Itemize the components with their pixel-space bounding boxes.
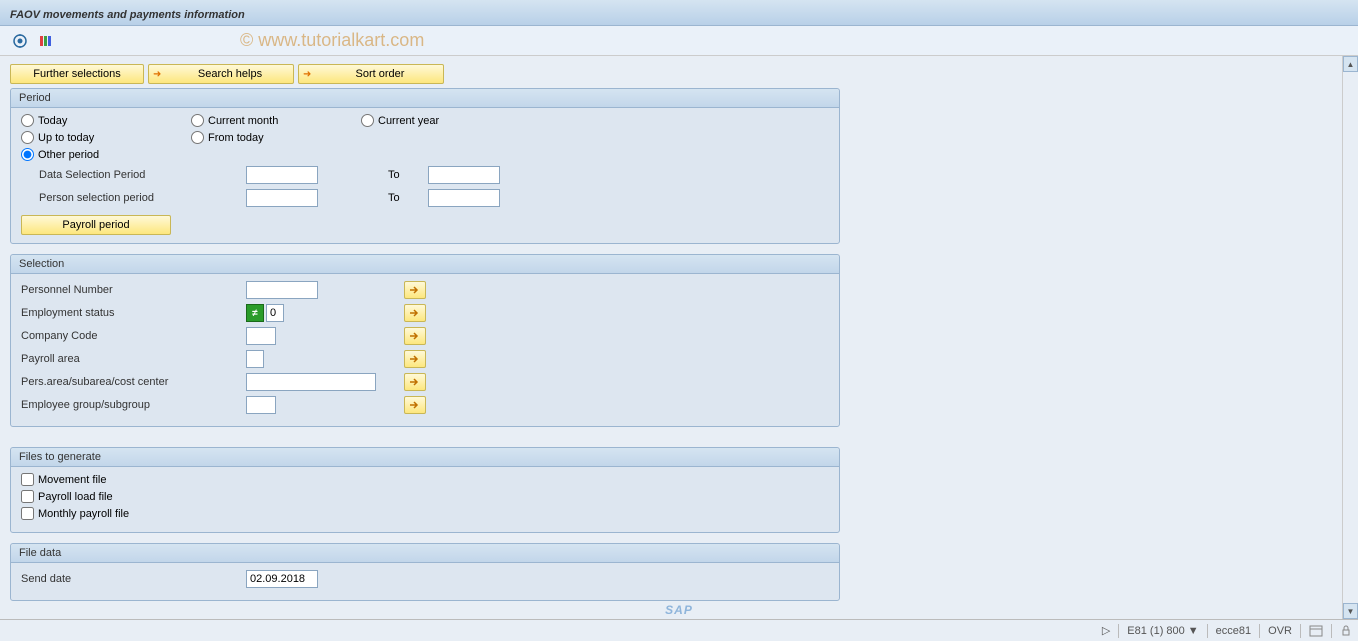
sort-order-label: Sort order xyxy=(356,68,405,80)
radio-other-period-label: Other period xyxy=(38,149,99,161)
pers-area-multiselect-icon[interactable] xyxy=(404,373,426,391)
files-group-title: Files to generate xyxy=(11,448,839,467)
employment-status-input[interactable] xyxy=(266,304,284,322)
status-system-text: E81 (1) 800 xyxy=(1127,625,1184,637)
payroll-area-multiselect-icon[interactable] xyxy=(404,350,426,368)
employee-group-multiselect-icon[interactable] xyxy=(404,396,426,414)
radio-current-year-label: Current year xyxy=(378,115,439,127)
radio-current-month-label: Current month xyxy=(208,115,278,127)
window-title-bar: FAOV movements and payments information xyxy=(0,0,1358,26)
period-group: Period Today Current month Current year xyxy=(10,88,840,244)
radio-current-month-input[interactable] xyxy=(191,114,204,127)
payroll-area-label: Payroll area xyxy=(21,353,246,365)
period-group-body: Today Current month Current year Up to t… xyxy=(11,108,839,243)
search-helps-label: Search helps xyxy=(198,68,262,80)
data-selection-to-input[interactable] xyxy=(428,166,500,184)
sap-logo: SAP xyxy=(665,603,693,617)
personnel-number-label: Personnel Number xyxy=(21,284,246,296)
send-date-input[interactable] xyxy=(246,570,318,588)
dropdown-icon: ▼ xyxy=(1188,625,1199,637)
pers-area-input[interactable] xyxy=(246,373,376,391)
radio-other-period[interactable]: Other period xyxy=(21,148,191,161)
personnel-number-multiselect-icon[interactable] xyxy=(404,281,426,299)
send-date-label: Send date xyxy=(21,573,246,585)
movement-file-checkbox-row[interactable]: Movement file xyxy=(21,473,829,486)
payroll-period-label: Payroll period xyxy=(62,219,129,231)
selection-group: Selection Personnel Number Employment st… xyxy=(10,254,840,427)
monthly-payroll-file-label: Monthly payroll file xyxy=(38,508,129,520)
not-equal-icon[interactable]: ≠ xyxy=(246,304,264,322)
selection-group-title: Selection xyxy=(11,255,839,274)
file-data-group-body: Send date xyxy=(11,563,839,600)
employment-status-label: Employment status xyxy=(21,307,246,319)
company-code-input[interactable] xyxy=(246,327,276,345)
data-selection-period-label: Data Selection Period xyxy=(21,169,246,181)
payroll-load-file-checkbox[interactable] xyxy=(21,490,34,503)
employment-status-multiselect-icon[interactable] xyxy=(404,304,426,322)
scroll-track[interactable] xyxy=(1343,72,1358,603)
file-data-group-title: File data xyxy=(11,544,839,563)
scroll-up-icon[interactable]: ▲ xyxy=(1343,56,1358,72)
status-server: ecce81 xyxy=(1216,625,1251,637)
period-group-title: Period xyxy=(11,89,839,108)
further-selections-label: Further selections xyxy=(33,68,120,80)
movement-file-checkbox[interactable] xyxy=(21,473,34,486)
to-label-1: To xyxy=(388,169,428,181)
app-toolbar xyxy=(0,26,1358,56)
monthly-payroll-file-checkbox[interactable] xyxy=(21,507,34,520)
person-selection-to-input[interactable] xyxy=(428,189,500,207)
status-lock-icon[interactable] xyxy=(1340,625,1352,637)
movement-file-label: Movement file xyxy=(38,474,106,486)
company-code-label: Company Code xyxy=(21,330,246,342)
status-layout-icon[interactable] xyxy=(1309,625,1323,637)
files-group: Files to generate Movement file Payroll … xyxy=(10,447,840,533)
radio-up-to-today[interactable]: Up to today xyxy=(21,131,191,144)
arrow-right-icon: ➜ xyxy=(153,69,161,80)
search-helps-button[interactable]: ➜ Search helps xyxy=(148,64,294,84)
personnel-number-input[interactable] xyxy=(246,281,318,299)
file-data-group: File data Send date xyxy=(10,543,840,601)
window-title: FAOV movements and payments information xyxy=(10,9,245,21)
main-content: Further selections ➜ Search helps ➜ Sort… xyxy=(0,56,1358,619)
monthly-payroll-file-checkbox-row[interactable]: Monthly payroll file xyxy=(21,507,829,520)
pers-area-label: Pers.area/subarea/cost center xyxy=(21,376,246,388)
radio-up-to-today-label: Up to today xyxy=(38,132,94,144)
person-selection-from-input[interactable] xyxy=(246,189,318,207)
status-mode: OVR xyxy=(1268,625,1292,637)
selection-group-body: Personnel Number Employment status ≠ Com… xyxy=(11,274,839,426)
radio-from-today-label: From today xyxy=(208,132,264,144)
data-selection-from-input[interactable] xyxy=(246,166,318,184)
person-selection-period-label: Person selection period xyxy=(21,192,246,204)
sort-order-button[interactable]: ➜ Sort order xyxy=(298,64,444,84)
radio-today[interactable]: Today xyxy=(21,114,191,127)
radio-from-today[interactable]: From today xyxy=(191,131,361,144)
employee-group-input[interactable] xyxy=(246,396,276,414)
payroll-area-input[interactable] xyxy=(246,350,264,368)
radio-other-period-input[interactable] xyxy=(21,148,34,161)
company-code-multiselect-icon[interactable] xyxy=(404,327,426,345)
files-group-body: Movement file Payroll load file Monthly … xyxy=(11,467,839,532)
radio-today-label: Today xyxy=(38,115,67,127)
status-nav-icon[interactable]: ▷ xyxy=(1102,624,1110,637)
status-bar: ▷ E81 (1) 800 ▼ ecce81 OVR xyxy=(0,619,1358,641)
radio-today-input[interactable] xyxy=(21,114,34,127)
radio-current-year[interactable]: Current year xyxy=(361,114,531,127)
radio-current-month[interactable]: Current month xyxy=(191,114,361,127)
variant-icon[interactable] xyxy=(36,31,56,51)
employee-group-label: Employee group/subgroup xyxy=(21,399,246,411)
payroll-load-file-label: Payroll load file xyxy=(38,491,113,503)
payroll-load-file-checkbox-row[interactable]: Payroll load file xyxy=(21,490,829,503)
radio-current-year-input[interactable] xyxy=(361,114,374,127)
to-label-2: To xyxy=(388,192,428,204)
further-selections-button[interactable]: Further selections xyxy=(10,64,144,84)
radio-from-today-input[interactable] xyxy=(191,131,204,144)
execute-icon[interactable] xyxy=(10,31,30,51)
selection-button-row: Further selections ➜ Search helps ➜ Sort… xyxy=(10,64,1348,84)
status-system[interactable]: E81 (1) 800 ▼ xyxy=(1127,625,1198,637)
payroll-period-button[interactable]: Payroll period xyxy=(21,215,171,235)
vertical-scrollbar[interactable]: ▲ ▼ xyxy=(1342,56,1358,619)
radio-up-to-today-input[interactable] xyxy=(21,131,34,144)
scroll-down-icon[interactable]: ▼ xyxy=(1343,603,1358,619)
arrow-right-icon: ➜ xyxy=(303,69,311,80)
